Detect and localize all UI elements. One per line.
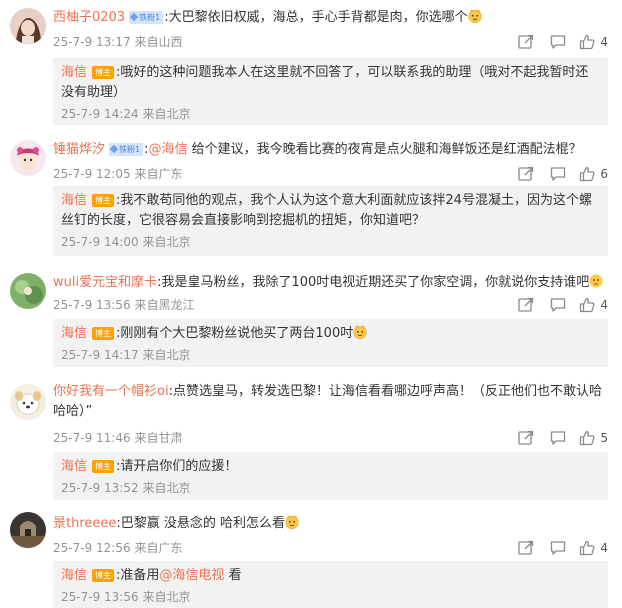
- comment-location: 来自广东: [134, 541, 183, 555]
- share-icon: [518, 297, 534, 312]
- like-count: 6: [600, 167, 608, 181]
- reply-username[interactable]: 海信: [61, 65, 87, 80]
- like-button[interactable]: 6: [578, 165, 608, 183]
- cat-emoji-icon: [467, 9, 482, 23]
- reply-text: 看: [224, 568, 242, 583]
- comment-icon: [551, 298, 566, 312]
- share-icon: [518, 540, 534, 555]
- reply-username[interactable]: 海信: [61, 459, 87, 474]
- mention-link[interactable]: @海信: [149, 142, 188, 157]
- author-reply: 海信 博主:刚刚有个大巴黎粉丝说他买了两台100吋 25-7-9 14:17 来自…: [53, 319, 608, 367]
- comment-icon: [551, 541, 566, 555]
- share-icon: [518, 34, 534, 49]
- reply-time: 25-7-9 13:52: [61, 481, 139, 495]
- reply-text: :哦好的这种问题我本人在这里就不回答了，可以联系我的助理（哦对不起我暂时还没有助…: [61, 65, 589, 100]
- like-count: 4: [600, 298, 608, 312]
- username[interactable]: 锤猫烨汐: [53, 142, 105, 157]
- reply-location: 来自北京: [142, 235, 191, 249]
- reply-button[interactable]: [542, 429, 574, 447]
- share-icon: [518, 166, 534, 181]
- like-count: 5: [600, 431, 608, 445]
- reply-location: 来自北京: [142, 590, 191, 604]
- mention-link[interactable]: @海信电视: [159, 568, 224, 583]
- cat-emoji-icon: [353, 325, 368, 339]
- comment-time: 25-7-9 12:05: [53, 167, 131, 181]
- thumbs-up-icon: [580, 540, 595, 556]
- share-button[interactable]: [510, 165, 542, 183]
- avatar[interactable]: [10, 8, 46, 44]
- fan-badge: 铁粉1: [109, 143, 144, 156]
- reply-time: 25-7-9 14:00: [61, 235, 139, 249]
- comment-location: 来自山西: [134, 35, 183, 49]
- author-reply: 海信 博主:准备用@海信电视 看 25-7-9 13:56 来自北京: [53, 561, 608, 608]
- host-badge: 博主: [92, 66, 115, 79]
- comment-text: :大巴黎依旧权威，海总，手心手背都是肉，你选哪个: [164, 10, 468, 25]
- like-count: 4: [600, 35, 608, 49]
- host-badge: 博主: [92, 194, 115, 207]
- reply-location: 来自北京: [142, 481, 191, 495]
- comment-location: 来自甘肃: [134, 431, 183, 445]
- reply-text: :请开启你们的应援！: [116, 459, 238, 474]
- fan-badge: 铁粉1: [129, 11, 164, 24]
- reply-button[interactable]: [542, 296, 574, 314]
- comment-time: 25-7-9 13:17: [53, 35, 131, 49]
- reply-time: 25-7-9 14:17: [61, 348, 139, 362]
- comment-location: 来自广东: [134, 167, 183, 181]
- reply-button[interactable]: [542, 539, 574, 557]
- username[interactable]: 景threeee: [53, 516, 116, 531]
- avatar[interactable]: [10, 140, 46, 176]
- comment-time: 25-7-9 11:46: [53, 431, 131, 445]
- comment-icon: [551, 35, 566, 49]
- thumbs-up-icon: [580, 34, 595, 50]
- host-badge: 博主: [92, 569, 115, 582]
- reply-time: 25-7-9 14:24: [61, 107, 139, 121]
- share-button[interactable]: [510, 33, 542, 51]
- author-reply: 海信 博主:请开启你们的应援！ 25-7-9 13:52 来自北京: [53, 452, 608, 500]
- reply-text: :我不敢苟同他的观点，我个人认为这个意大利面就应该拌24号混凝土，因为这个螺丝钉…: [61, 193, 592, 228]
- like-button[interactable]: 5: [578, 429, 608, 447]
- reply-username[interactable]: 海信: [61, 193, 87, 208]
- comment-text: :我是皇马粉丝，我除了100吋电视近期还买了你家空调，你就说你支持谁吧: [157, 275, 590, 290]
- thumbs-up-icon: [580, 297, 595, 313]
- share-button[interactable]: [510, 539, 542, 557]
- like-button[interactable]: 4: [578, 296, 608, 314]
- reply-location: 来自北京: [142, 107, 191, 121]
- like-button[interactable]: 4: [578, 539, 608, 557]
- comment-icon: [551, 167, 566, 181]
- author-reply: 海信 博主:我不敢苟同他的观点，我个人认为这个意大利面就应该拌24号混凝土，因为这…: [53, 186, 608, 256]
- share-button[interactable]: [510, 429, 542, 447]
- thinking-emoji-icon: [589, 274, 603, 288]
- comment-location: 来自黑龙江: [134, 298, 195, 312]
- reply-location: 来自北京: [142, 348, 191, 362]
- reply-text: :刚刚有个大巴黎粉丝说他买了两台100吋: [116, 326, 354, 341]
- avatar[interactable]: [10, 512, 46, 548]
- comment-text: 给个建议，我今晚看比赛的夜宵是点火腿和海鲜饭还是红酒配法棍？: [187, 142, 582, 157]
- comment-time: 25-7-9 12:56: [53, 541, 131, 555]
- reply-button[interactable]: [542, 165, 574, 183]
- host-badge: 博主: [92, 327, 115, 340]
- author-reply: 海信 博主:哦好的这种问题我本人在这里就不回答了，可以联系我的助理（哦对不起我暂时…: [53, 58, 608, 125]
- reply-button[interactable]: [542, 33, 574, 51]
- username[interactable]: 西柚子0203: [53, 10, 125, 25]
- reply-text-prefix: :准备用: [116, 568, 160, 583]
- comment-icon: [551, 431, 566, 445]
- share-button[interactable]: [510, 296, 542, 314]
- host-badge: 博主: [92, 460, 115, 473]
- avatar[interactable]: [10, 384, 46, 420]
- comment-text: :巴黎赢 没悬念的 哈利怎么看: [116, 516, 286, 531]
- avatar[interactable]: [10, 273, 46, 309]
- username[interactable]: 你好我有一个帽衫oi: [53, 384, 169, 399]
- username[interactable]: wuli爱元宝和摩卡: [53, 275, 157, 290]
- thumbs-up-icon: [580, 166, 595, 182]
- reply-username[interactable]: 海信: [61, 568, 87, 583]
- thumbs-up-icon: [580, 430, 595, 446]
- reply-username[interactable]: 海信: [61, 326, 87, 341]
- cat-emoji-icon: [285, 515, 299, 529]
- share-icon: [518, 430, 534, 445]
- like-count: 4: [600, 541, 608, 555]
- like-button[interactable]: 4: [578, 33, 608, 51]
- reply-time: 25-7-9 13:56: [61, 590, 139, 604]
- comment-time: 25-7-9 13:56: [53, 298, 131, 312]
